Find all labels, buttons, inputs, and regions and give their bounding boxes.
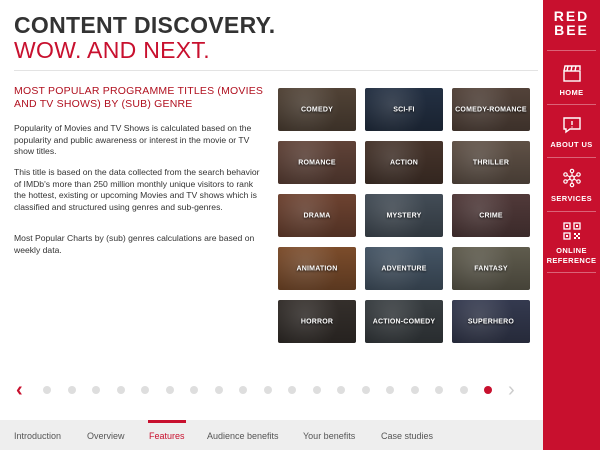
genre-tile-romance[interactable]: ROMANCE [278,141,356,184]
genre-label: COMEDY-ROMANCE [455,106,527,113]
genre-tile-adventure[interactable]: ADVENTURE [365,247,443,290]
tab-overview[interactable]: Overview [87,431,125,441]
page-dot[interactable] [239,386,247,394]
page-dot[interactable] [361,386,370,394]
red-bee-logo[interactable]: RED BEE [543,9,600,37]
genre-tile-action[interactable]: ACTION [365,141,443,184]
genre-label: ROMANCE [298,159,336,166]
genre-tile-thriller[interactable]: THRILLER [452,141,530,184]
sidebar-item-label: ABOUT US [550,140,593,149]
clapperboard-icon [562,65,581,82]
next-page-icon[interactable]: › [508,380,515,400]
genre-tile-drama[interactable]: DRAMA [278,194,356,237]
genre-tile-mystery[interactable]: MYSTERY [365,194,443,237]
sidebar-item-online-reference[interactable]: ONLINE REFERENCE [543,222,600,265]
genre-label: FANTASY [474,265,508,272]
sidebar-divider [547,50,596,51]
genre-tile-horror[interactable]: HORROR [278,300,356,343]
page-dot[interactable] [67,386,76,394]
page-dot[interactable] [214,386,223,394]
page-dot[interactable] [190,386,198,394]
page-dot[interactable] [459,386,468,394]
logo-line1: RED [553,8,590,24]
section-heading: MOST POPULAR PROGRAMME TITLES (MOVIES AN… [14,85,264,110]
genre-tile-crime[interactable]: CRIME [452,194,530,237]
genre-label: HORROR [300,318,334,325]
page-title: CONTENT DISCOVERY. [14,12,276,38]
sidebar-divider [547,104,596,105]
genre-tile-sci-fi[interactable]: SCI-FI [365,88,443,131]
page-dots [43,386,492,394]
page-dot[interactable] [288,386,296,394]
page-dot[interactable] [92,386,100,394]
page-dot[interactable] [435,386,443,394]
tab-case-studies[interactable]: Case studies [381,431,433,441]
genre-label: ADVENTURE [381,265,427,272]
page-dot[interactable] [165,386,174,394]
page-dot[interactable] [410,386,419,394]
sidebar-divider [547,157,596,158]
bottom-navigation: Introduction Overview Features Audience … [0,420,543,450]
sidebar-item-label: HOME [559,88,584,97]
genre-label: ACTION [389,159,419,166]
page-dot[interactable] [263,386,272,394]
tab-features[interactable]: Features [149,431,185,441]
paragraph-imdb-data: This title is based on the data collecte… [14,167,260,212]
previous-page-icon[interactable]: ‹ [16,380,23,400]
logo-line2: BEE [554,22,589,38]
tab-your-benefits[interactable]: Your benefits [303,431,355,441]
genre-tile-comedy-romance[interactable]: COMEDY-ROMANCE [452,88,530,131]
genre-label: THRILLER [472,159,510,166]
genre-label: SCI-FI [393,106,415,113]
genre-label: ACTION-COMEDY [372,318,436,325]
main-panel: CONTENT DISCOVERY. WOW. AND NEXT. MOST P… [0,0,543,420]
genre-tile-animation[interactable]: ANIMATION [278,247,356,290]
sidebar-item-home[interactable]: HOME [543,64,600,98]
page-dot[interactable] [141,386,149,394]
tab-introduction[interactable]: Introduction [14,431,61,441]
qr-code-icon [562,222,581,240]
sidebar: RED BEE HOME ABOUT US SERVICES ONLINE RE… [543,0,600,450]
network-icon [562,168,581,188]
page-dot[interactable] [312,386,321,394]
page-dot[interactable] [43,386,51,394]
page-dot[interactable] [337,386,345,394]
genre-tile-fantasy[interactable]: FANTASY [452,247,530,290]
genre-tile-action-comedy[interactable]: ACTION-COMEDY [365,300,443,343]
genre-tile-comedy[interactable]: COMEDY [278,88,356,131]
sidebar-item-services[interactable]: SERVICES [543,168,600,204]
genre-grid: COMEDY SCI-FI COMEDY-ROMANCE ROMANCE ACTION T… [278,88,530,343]
page-dot[interactable] [116,386,125,394]
genre-label: ANIMATION [296,265,338,272]
page-dot[interactable] [386,386,394,394]
genre-label: COMEDY [301,106,333,113]
chat-icon [562,117,581,134]
paragraph-weekly-data: Most Popular Charts by (sub) genres calc… [14,233,255,255]
paragraph-popularity: Popularity of Movies and TV Shows is cal… [14,123,252,156]
genre-label: CRIME [479,212,503,219]
sidebar-divider [547,272,596,273]
sidebar-item-about-us[interactable]: ABOUT US [543,116,600,150]
genre-label: MYSTERY [386,212,422,219]
genre-label: DRAMA [303,212,331,219]
page-subtitle: WOW. AND NEXT. [14,37,210,63]
page-dot-active[interactable] [484,386,492,394]
genre-tile-superhero[interactable]: SUPERHERO [452,300,530,343]
pagination: ‹ › [14,380,524,400]
sidebar-divider [547,211,596,212]
tab-audience-benefits[interactable]: Audience benefits [207,431,279,441]
title-divider [14,70,538,71]
sidebar-item-label: ONLINE REFERENCE [546,246,597,265]
active-tab-indicator [148,420,186,423]
sidebar-item-label: SERVICES [551,194,592,203]
genre-label: SUPERHERO [467,318,515,325]
